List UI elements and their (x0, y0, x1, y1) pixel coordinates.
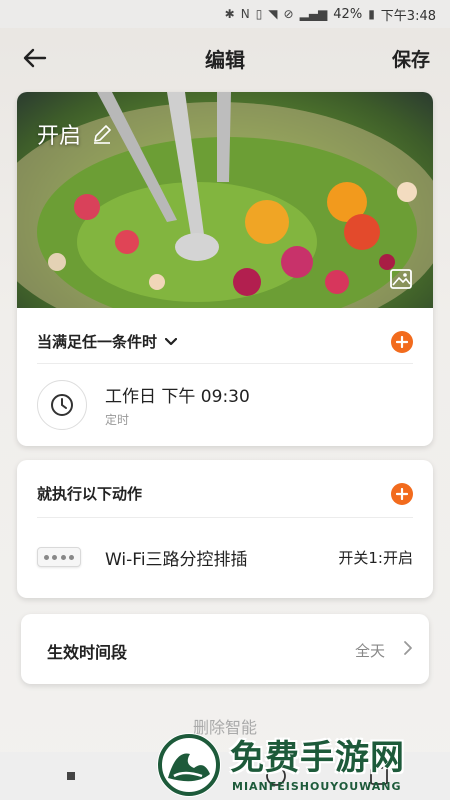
vibrate-icon: ▯ (255, 7, 263, 21)
watermark-subtitle: MIANFEISHOUYOUWANG (232, 780, 402, 793)
site-watermark: 免费手游网 MIANFEISHOUYOUWANG (150, 728, 450, 800)
scene-card: 开启 当满足任一条件时 工作日 下午 09:30 定时 (17, 92, 433, 446)
power-strip-icon (37, 547, 81, 567)
back-button[interactable] (20, 45, 50, 71)
conditions-title: 当满足任一条件时 (37, 333, 158, 351)
bluetooth-icon: ✱ (224, 7, 235, 21)
condition-main-text: 工作日 下午 09:30 (105, 387, 250, 407)
save-button[interactable]: 保存 (392, 45, 430, 72)
add-action-button[interactable] (391, 482, 413, 505)
battery-percent: 42% (333, 6, 363, 22)
timer-icon-container (37, 380, 87, 430)
clock-icon (51, 394, 73, 416)
scene-cover-image[interactable]: 开启 (17, 92, 433, 308)
condition-text: 工作日 下午 09:30 定时 (105, 382, 250, 428)
actions-title: 就执行以下动作 (37, 485, 143, 503)
square-dot-icon (67, 772, 76, 780)
chevron-right-icon (404, 641, 412, 655)
action-item[interactable]: Wi-Fi三路分控排插 开关1:开启 (37, 532, 413, 582)
nav-menu-button[interactable] (51, 756, 91, 796)
conditions-header: 当满足任一条件时 (37, 320, 413, 364)
back-arrow-icon (23, 48, 47, 68)
plus-icon (396, 335, 408, 348)
status-bar: ✱ N ▯ ◥ ⊘ ▂▄▆ 42% ▮ 下午3:48 (0, 0, 450, 28)
signal-icon: ▂▄▆ (299, 7, 328, 21)
condition-item[interactable]: 工作日 下午 09:30 定时 (37, 380, 413, 430)
scene-name-row[interactable]: 开启 (37, 118, 113, 150)
page-title: 编辑 (205, 47, 245, 72)
watermark-title: 免费手游网 (230, 738, 405, 778)
wifi-icon: ◥ (268, 7, 278, 21)
chevron-down-icon (165, 337, 178, 345)
actions-header: 就执行以下动作 (37, 470, 413, 518)
condition-sub-text: 定时 (105, 413, 130, 427)
plus-icon (396, 487, 408, 500)
header: 编辑 保存 (0, 28, 450, 88)
edit-pencil-icon[interactable] (91, 123, 113, 145)
add-condition-button[interactable] (391, 330, 413, 353)
condition-mode-dropdown[interactable]: 当满足任一条件时 (37, 331, 178, 352)
status-time: 下午3:48 (380, 8, 436, 24)
effective-period-label: 生效时间段 (47, 643, 128, 662)
nfc-icon: N (240, 7, 250, 21)
effective-period-value: 全天 (354, 642, 385, 660)
watermark-logo-icon (157, 733, 221, 797)
mute-icon: ⊘ (283, 7, 294, 21)
action-state: 开关1:开启 (338, 548, 413, 567)
scene-name: 开启 (37, 124, 82, 149)
actions-card: 就执行以下动作 Wi-Fi三路分控排插 开关1:开启 (17, 460, 433, 598)
battery-icon: ▮ (368, 7, 375, 21)
change-image-icon[interactable] (389, 268, 413, 290)
effective-period-row[interactable]: 生效时间段 全天 (21, 614, 429, 684)
action-device-name: Wi-Fi三路分控排插 (105, 549, 248, 570)
